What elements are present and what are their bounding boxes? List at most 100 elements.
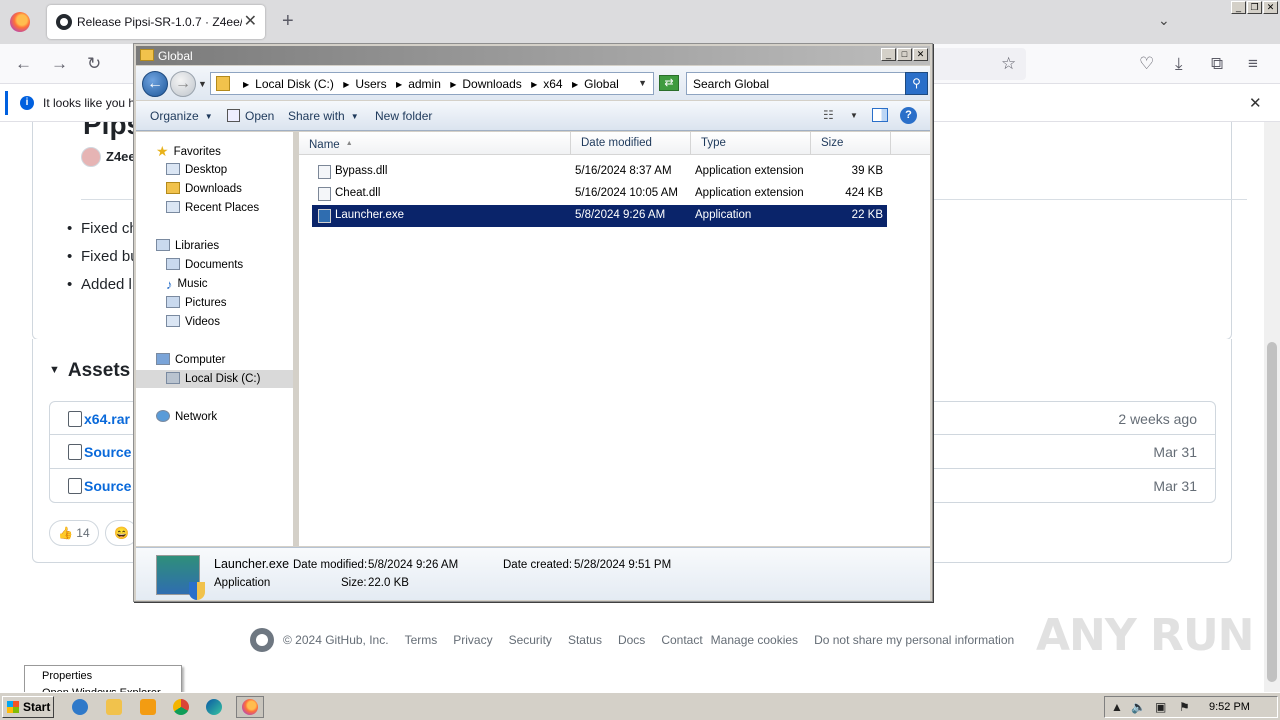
nav-music[interactable]: ♪ Music: [166, 275, 208, 293]
forward-button[interactable]: →: [170, 71, 196, 97]
browser-tab-active[interactable]: Release Pipsi-SR-1.0.7 · Z4ee/Pipsi ✕: [47, 5, 265, 39]
close-window-button[interactable]: ✕: [1263, 1, 1278, 14]
chrome-icon[interactable]: [173, 699, 189, 715]
internet-explorer-icon[interactable]: [72, 699, 88, 715]
extensions-icon[interactable]: ⧉: [1211, 54, 1223, 74]
recent-pages-dropdown-icon[interactable]: ▼: [198, 79, 207, 89]
close-tab-icon[interactable]: ✕: [244, 11, 257, 31]
share-with-button[interactable]: Share with ▼: [288, 109, 359, 123]
footer-link-privacy[interactable]: Privacy: [453, 633, 492, 647]
explorer-titlebar[interactable]: Global _ □ ✕: [136, 46, 930, 65]
column-name[interactable]: Name ▲: [299, 132, 571, 155]
volume-icon[interactable]: 🔈: [1131, 700, 1146, 714]
reaction-thumbs-up-button[interactable]: 👍 14: [49, 520, 99, 546]
github-footer: © 2024 GitHub, Inc. Terms Privacy Securi…: [250, 628, 1014, 652]
network-icon[interactable]: ▣: [1155, 700, 1166, 714]
breadcrumb-x64[interactable]: x64: [543, 77, 562, 91]
restore-button[interactable]: ❐: [1247, 1, 1262, 14]
edge-icon[interactable]: [206, 699, 222, 715]
assets-heading[interactable]: ▼ Assets: [49, 360, 130, 382]
minimize-button[interactable]: _: [1231, 1, 1246, 14]
clock[interactable]: 9:52 PM: [1209, 701, 1250, 713]
firefox-logo-icon[interactable]: [10, 12, 30, 32]
media-player-icon[interactable]: [140, 699, 156, 715]
footer-link-security[interactable]: Security: [509, 633, 552, 647]
change-view-icon[interactable]: ☷: [823, 108, 834, 122]
nav-videos[interactable]: Videos: [166, 313, 220, 331]
release-note-2: Fixed bu: [67, 248, 138, 265]
preview-pane-icon[interactable]: [872, 108, 888, 122]
footer-link-docs[interactable]: Docs: [618, 633, 645, 647]
collapse-triangle-icon: ▼: [49, 364, 60, 376]
github-logo-icon[interactable]: [250, 628, 274, 652]
close-button[interactable]: ✕: [913, 48, 928, 61]
column-date-modified[interactable]: Date modified: [571, 132, 691, 155]
release-author-link[interactable]: Z4ee: [106, 149, 136, 164]
views-dropdown-icon[interactable]: ▼: [850, 111, 858, 120]
action-center-flag-icon[interactable]: ⚑: [1179, 700, 1190, 714]
search-input[interactable]: Search Global ⚲: [686, 72, 928, 95]
breadcrumb-users[interactable]: Users: [355, 77, 386, 91]
breadcrumb-downloads[interactable]: Downloads: [462, 77, 521, 91]
address-dropdown-icon[interactable]: ▼: [638, 78, 647, 88]
pocket-icon[interactable]: ♡: [1139, 54, 1154, 74]
forward-arrow-icon[interactable]: →: [51, 54, 68, 74]
footer-link-contact[interactable]: Contact: [661, 633, 702, 647]
nav-libraries[interactable]: Libraries: [156, 237, 219, 255]
menu-hamburger-icon[interactable]: ≡: [1248, 54, 1258, 74]
menu-item-properties[interactable]: Properties: [42, 670, 92, 682]
show-hidden-icons-icon[interactable]: ▲: [1111, 700, 1123, 714]
nav-pictures[interactable]: Pictures: [166, 294, 227, 312]
file-row[interactable]: Cheat.dll 5/16/2024 10:05 AM Application…: [312, 183, 887, 205]
nav-network[interactable]: Network: [156, 408, 217, 426]
footer-link-do-not-share[interactable]: Do not share my personal information: [814, 633, 1014, 647]
nav-downloads[interactable]: Downloads: [166, 180, 242, 198]
file-explorer-icon[interactable]: [106, 699, 122, 715]
column-type[interactable]: Type: [691, 132, 811, 155]
breadcrumb-admin[interactable]: admin: [408, 77, 441, 91]
start-button[interactable]: Start: [2, 696, 54, 718]
nav-favorites[interactable]: ★ Favorites: [156, 142, 221, 160]
back-arrow-icon[interactable]: ←: [15, 54, 32, 74]
breadcrumb-global[interactable]: Global: [584, 77, 619, 91]
address-bar[interactable]: ▶ Local Disk (C:) ▶ Users ▶ admin ▶ Download…: [210, 72, 654, 95]
file-type: Application extension: [695, 187, 804, 199]
new-folder-button[interactable]: New folder: [375, 109, 432, 123]
file-zip-icon: [68, 478, 82, 494]
nav-computer[interactable]: Computer: [156, 351, 226, 369]
asset-name-link[interactable]: x64.rar: [84, 411, 130, 427]
footer-link-manage-cookies[interactable]: Manage cookies: [711, 633, 798, 647]
maximize-button[interactable]: □: [897, 48, 912, 61]
nav-local-disk[interactable]: Local Disk (C:): [136, 370, 293, 388]
footer-copyright: © 2024 GitHub, Inc.: [283, 633, 389, 647]
refresh-icon[interactable]: ⇄: [659, 75, 679, 91]
scrollbar-thumb[interactable]: [1267, 342, 1277, 682]
back-button[interactable]: ←: [142, 71, 168, 97]
system-tray: ▲ 🔈 ▣ ⚑ 9:52 PM: [1104, 696, 1278, 718]
firefox-taskbar-button[interactable]: [236, 696, 264, 718]
file-row[interactable]: Bypass.dll 5/16/2024 8:37 AM Application…: [312, 161, 887, 183]
footer-link-status[interactable]: Status: [568, 633, 602, 647]
search-icon[interactable]: ⚲: [905, 72, 928, 95]
list-all-tabs-chevron-icon[interactable]: ⌄: [1158, 12, 1170, 29]
help-icon[interactable]: ?: [900, 107, 917, 124]
avatar[interactable]: [81, 147, 101, 167]
page-scrollbar[interactable]: [1264, 122, 1280, 692]
close-notification-icon[interactable]: ✕: [1249, 94, 1262, 112]
downloads-icon[interactable]: ⤓: [1175, 54, 1183, 74]
file-size: 22 KB: [851, 209, 883, 221]
nav-desktop[interactable]: Desktop: [166, 161, 227, 179]
bookmark-star-icon[interactable]: ☆: [1001, 54, 1016, 74]
new-tab-button[interactable]: +: [282, 10, 294, 33]
breadcrumb-local-disk[interactable]: Local Disk (C:): [255, 77, 334, 91]
nav-documents[interactable]: Documents: [166, 256, 243, 274]
footer-link-terms[interactable]: Terms: [405, 633, 438, 647]
nav-recent-places[interactable]: Recent Places: [166, 199, 259, 217]
organize-button[interactable]: Organize ▼: [150, 109, 213, 123]
minimize-button[interactable]: _: [881, 48, 896, 61]
release-note-3: Added l: [67, 276, 132, 293]
file-row-selected[interactable]: Launcher.exe 5/8/2024 9:26 AM Applicatio…: [312, 205, 887, 227]
reload-icon[interactable]: ↻: [87, 54, 101, 74]
open-button[interactable]: Open: [245, 109, 274, 123]
column-size[interactable]: Size: [811, 132, 891, 155]
